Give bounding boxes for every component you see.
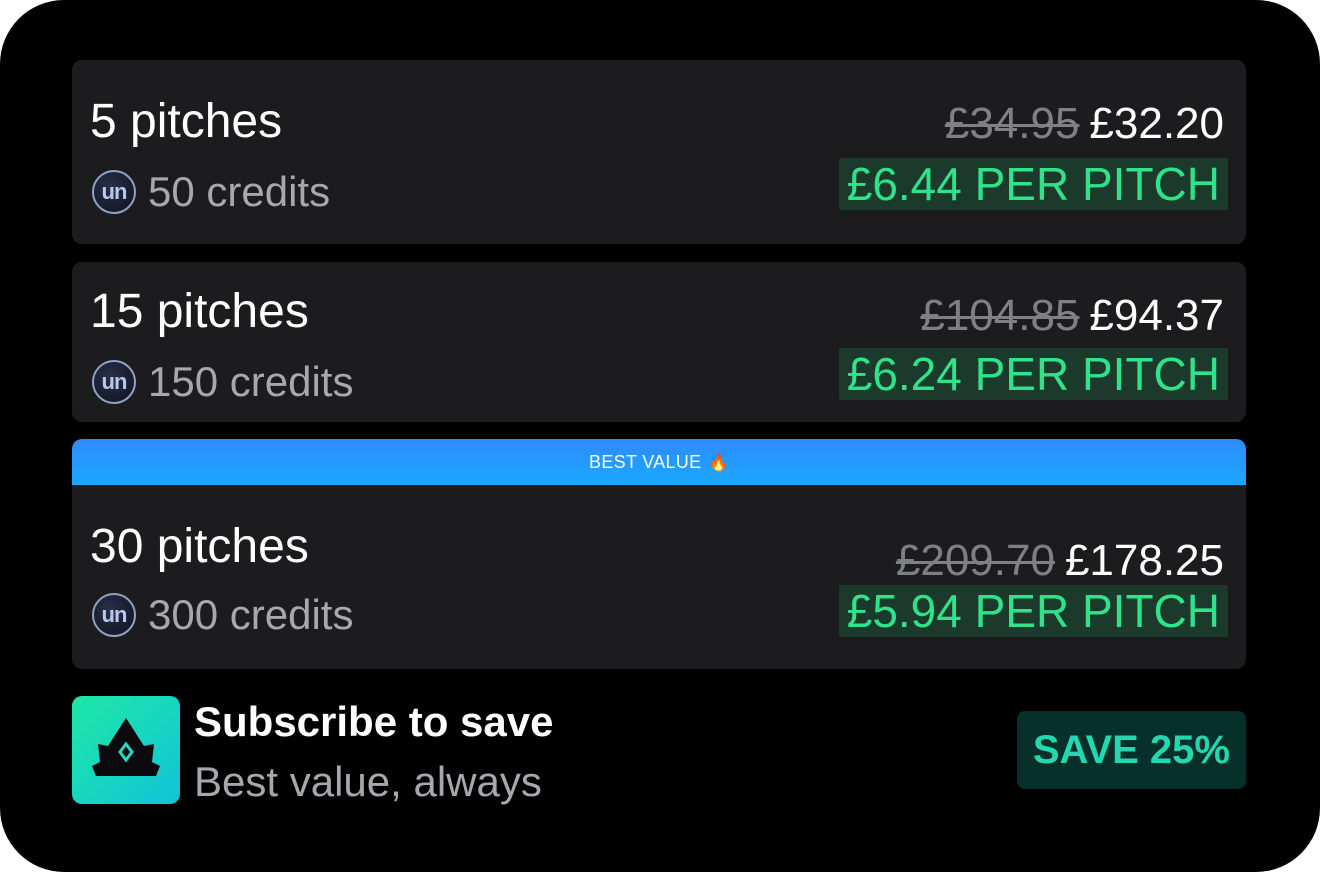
- package-card-30-pitches[interactable]: BEST VALUE 🔥 30 pitches un 300 credits £…: [72, 439, 1246, 669]
- package-card-15-pitches[interactable]: 15 pitches un 150 credits £104.85 £94.37 …: [72, 262, 1246, 422]
- per-pitch-price: £6.44 PER PITCH: [838, 158, 1228, 210]
- subscribe-title[interactable]: Subscribe to save: [194, 696, 553, 748]
- per-pitch-price: £5.94 PER PITCH: [838, 585, 1228, 637]
- package-card-5-pitches[interactable]: 5 pitches un 50 credits £34.95 £32.20 £6.…: [72, 60, 1246, 244]
- save-badge[interactable]: SAVE 25%: [1016, 711, 1246, 789]
- best-value-label: BEST VALUE: [589, 452, 702, 472]
- package-title: 30 pitches: [90, 520, 309, 573]
- crown-icon-graphic: [92, 718, 160, 776]
- credits-label: 50 credits: [148, 168, 331, 215]
- credits-row: un 50 credits: [92, 168, 330, 216]
- original-price: £34.95: [944, 99, 1080, 148]
- original-price: £104.85: [920, 291, 1080, 340]
- discounted-price: £32.20: [1089, 99, 1224, 148]
- discounted-price: £94.37: [1089, 291, 1224, 340]
- credits-row: un 150 credits: [92, 358, 353, 406]
- best-value-banner: BEST VALUE 🔥: [72, 439, 1246, 485]
- price-row: £104.85 £94.37: [920, 290, 1224, 342]
- purchase-panel: 5 pitches un 50 credits £34.95 £32.20 £6.…: [0, 0, 1320, 872]
- credits-label: 300 credits: [148, 591, 354, 638]
- credit-coin-icon: un: [92, 360, 136, 404]
- crown-icon[interactable]: [72, 696, 180, 804]
- price-row: £209.70 £178.25: [896, 535, 1224, 587]
- fire-icon: 🔥: [708, 453, 729, 472]
- package-title: 5 pitches: [90, 95, 283, 148]
- credits-label: 150 credits: [148, 358, 354, 405]
- credits-row: un 300 credits: [92, 591, 353, 639]
- credit-coin-icon: un: [92, 170, 136, 214]
- credit-coin-icon: un: [92, 593, 136, 637]
- price-row: £34.95 £32.20: [945, 98, 1224, 150]
- package-title: 15 pitches: [90, 285, 309, 338]
- original-price: £209.70: [895, 536, 1055, 585]
- subscribe-subtitle: Best value, always: [194, 758, 542, 805]
- discounted-price: £178.25: [1064, 536, 1224, 585]
- per-pitch-price: £6.24 PER PITCH: [838, 348, 1228, 400]
